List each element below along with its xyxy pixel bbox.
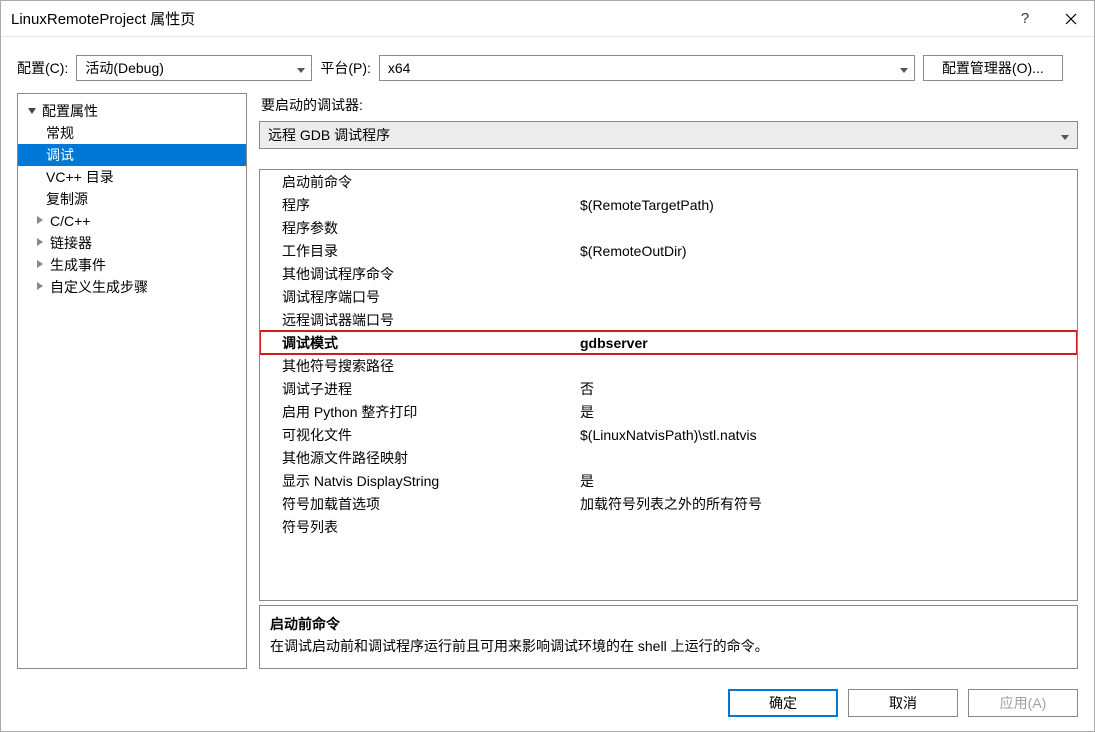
cancel-button[interactable]: 取消 — [848, 689, 958, 717]
tree-item[interactable]: 链接器 — [18, 232, 246, 254]
expander-closed-icon[interactable] — [34, 215, 46, 227]
description-title: 启动前命令 — [270, 614, 1067, 634]
property-name: 符号列表 — [260, 517, 580, 537]
property-grid[interactable]: 启动前命令程序$(RemoteTargetPath)程序参数工作目录$(Remo… — [259, 169, 1078, 601]
property-name: 调试模式 — [260, 333, 580, 353]
close-icon — [1065, 13, 1077, 25]
tree-item[interactable]: 调试 — [18, 144, 246, 166]
platform-label: 平台(P): — [320, 58, 371, 78]
expander-closed-icon[interactable] — [34, 237, 46, 249]
tree-root-label: 配置属性 — [42, 101, 98, 121]
tree-item-label: 自定义生成步骤 — [50, 277, 148, 297]
property-row[interactable]: 工作目录$(RemoteOutDir) — [260, 239, 1077, 262]
tree-item-label: VC++ 目录 — [46, 167, 114, 187]
tree-item[interactable]: 复制源 — [18, 188, 246, 210]
tree-item[interactable]: VC++ 目录 — [18, 166, 246, 188]
chevron-down-icon — [297, 60, 305, 76]
property-row[interactable]: 调试子进程否 — [260, 377, 1077, 400]
apply-button[interactable]: 应用(A) — [968, 689, 1078, 717]
property-value[interactable]: $(LinuxNatvisPath)\stl.natvis — [580, 427, 1077, 443]
expander-open-icon[interactable] — [26, 105, 38, 117]
cancel-label: 取消 — [889, 693, 917, 713]
tree-item-label: C/C++ — [50, 213, 90, 229]
help-button[interactable]: ? — [1002, 1, 1048, 37]
main-area: 配置属性 常规调试VC++ 目录复制源 C/C++ 链接器生成事件自定义生成步骤 要… — [1, 93, 1094, 679]
tree-item-label: 链接器 — [50, 233, 92, 253]
property-row[interactable]: 符号加载首选项加载符号列表之外的所有符号 — [260, 492, 1077, 515]
tree-item[interactable]: 生成事件 — [18, 254, 246, 276]
close-button[interactable] — [1048, 1, 1094, 37]
property-row[interactable]: 启动前命令 — [260, 170, 1077, 193]
property-name: 其他调试程序命令 — [260, 264, 580, 284]
property-value[interactable]: 是 — [580, 402, 1077, 422]
property-name: 符号加载首选项 — [260, 494, 580, 514]
property-value[interactable]: 加载符号列表之外的所有符号 — [580, 494, 1077, 514]
expander-closed-icon[interactable] — [34, 259, 46, 271]
ok-button[interactable]: 确定 — [728, 689, 838, 717]
tree-item[interactable]: C/C++ — [18, 210, 246, 232]
config-manager-button[interactable]: 配置管理器(O)... — [923, 55, 1063, 81]
config-combo[interactable]: 活动(Debug) — [76, 55, 312, 81]
tree-item-label: 常规 — [46, 123, 74, 143]
top-controls: 配置(C): 活动(Debug) 平台(P): x64 配置管理器(O)... — [1, 37, 1094, 93]
property-name: 程序 — [260, 195, 580, 215]
window-title: LinuxRemoteProject 属性页 — [11, 8, 195, 29]
tree-item[interactable]: 自定义生成步骤 — [18, 276, 246, 298]
property-value[interactable]: $(RemoteTargetPath) — [580, 197, 1077, 213]
description-box: 启动前命令 在调试启动前和调试程序运行前且可用来影响调试环境的在 shell 上… — [259, 605, 1078, 669]
property-value[interactable]: 是 — [580, 471, 1077, 491]
property-row[interactable]: 程序$(RemoteTargetPath) — [260, 193, 1077, 216]
debugger-combo[interactable]: 远程 GDB 调试程序 — [259, 121, 1078, 149]
title-bar: LinuxRemoteProject 属性页 ? — [1, 1, 1094, 37]
debugger-combo-value: 远程 GDB 调试程序 — [268, 125, 390, 145]
property-name: 其他源文件路径映射 — [260, 448, 580, 468]
property-row[interactable]: 调试模式gdbserver — [260, 331, 1077, 354]
property-name: 远程调试器端口号 — [260, 310, 580, 330]
description-body: 在调试启动前和调试程序运行前且可用来影响调试环境的在 shell 上运行的命令。 — [270, 636, 1067, 656]
property-row[interactable]: 调试程序端口号 — [260, 285, 1077, 308]
config-manager-label: 配置管理器(O)... — [942, 58, 1044, 78]
right-panel: 要启动的调试器: 远程 GDB 调试程序 启动前命令程序$(RemoteTarg… — [259, 93, 1078, 669]
chevron-down-icon — [900, 60, 908, 76]
property-name: 其他符号搜索路径 — [260, 356, 580, 376]
tree-item-label: 复制源 — [46, 189, 88, 209]
debugger-to-launch-label: 要启动的调试器: — [261, 95, 1078, 115]
apply-label: 应用(A) — [1000, 693, 1047, 713]
platform-combo[interactable]: x64 — [379, 55, 915, 81]
property-value[interactable]: $(RemoteOutDir) — [580, 243, 1077, 259]
config-label: 配置(C): — [17, 58, 68, 78]
property-name: 工作目录 — [260, 241, 580, 261]
tree-item-label: 调试 — [46, 145, 74, 165]
help-icon: ? — [1021, 10, 1029, 27]
property-name: 启动前命令 — [260, 172, 580, 192]
property-name: 调试程序端口号 — [260, 287, 580, 307]
property-row[interactable]: 其他调试程序命令 — [260, 262, 1077, 285]
ok-label: 确定 — [769, 693, 797, 713]
expander-closed-icon[interactable] — [34, 281, 46, 293]
platform-combo-value: x64 — [388, 60, 894, 76]
property-row[interactable]: 符号列表 — [260, 515, 1077, 538]
property-row[interactable]: 启用 Python 整齐打印是 — [260, 400, 1077, 423]
property-row[interactable]: 其他源文件路径映射 — [260, 446, 1077, 469]
property-row[interactable]: 显示 Natvis DisplayString是 — [260, 469, 1077, 492]
property-name: 程序参数 — [260, 218, 580, 238]
property-name: 调试子进程 — [260, 379, 580, 399]
chevron-down-icon — [1061, 127, 1069, 143]
tree-root[interactable]: 配置属性 — [18, 100, 246, 122]
property-value[interactable]: 否 — [580, 379, 1077, 399]
property-name: 可视化文件 — [260, 425, 580, 445]
category-tree[interactable]: 配置属性 常规调试VC++ 目录复制源 C/C++ 链接器生成事件自定义生成步骤 — [17, 93, 247, 669]
property-row[interactable]: 远程调试器端口号 — [260, 308, 1077, 331]
config-combo-value: 活动(Debug) — [85, 58, 291, 78]
tree-item[interactable]: 常规 — [18, 122, 246, 144]
tree-item-label: 生成事件 — [50, 255, 106, 275]
dialog-buttons: 确定 取消 应用(A) — [1, 679, 1094, 731]
property-name: 显示 Natvis DisplayString — [260, 471, 580, 491]
property-row[interactable]: 程序参数 — [260, 216, 1077, 239]
property-row[interactable]: 其他符号搜索路径 — [260, 354, 1077, 377]
property-value[interactable]: gdbserver — [580, 335, 1077, 351]
property-name: 启用 Python 整齐打印 — [260, 402, 580, 422]
property-row[interactable]: 可视化文件$(LinuxNatvisPath)\stl.natvis — [260, 423, 1077, 446]
property-pages-dialog: LinuxRemoteProject 属性页 ? 配置(C): 活动(Debug… — [0, 0, 1095, 732]
